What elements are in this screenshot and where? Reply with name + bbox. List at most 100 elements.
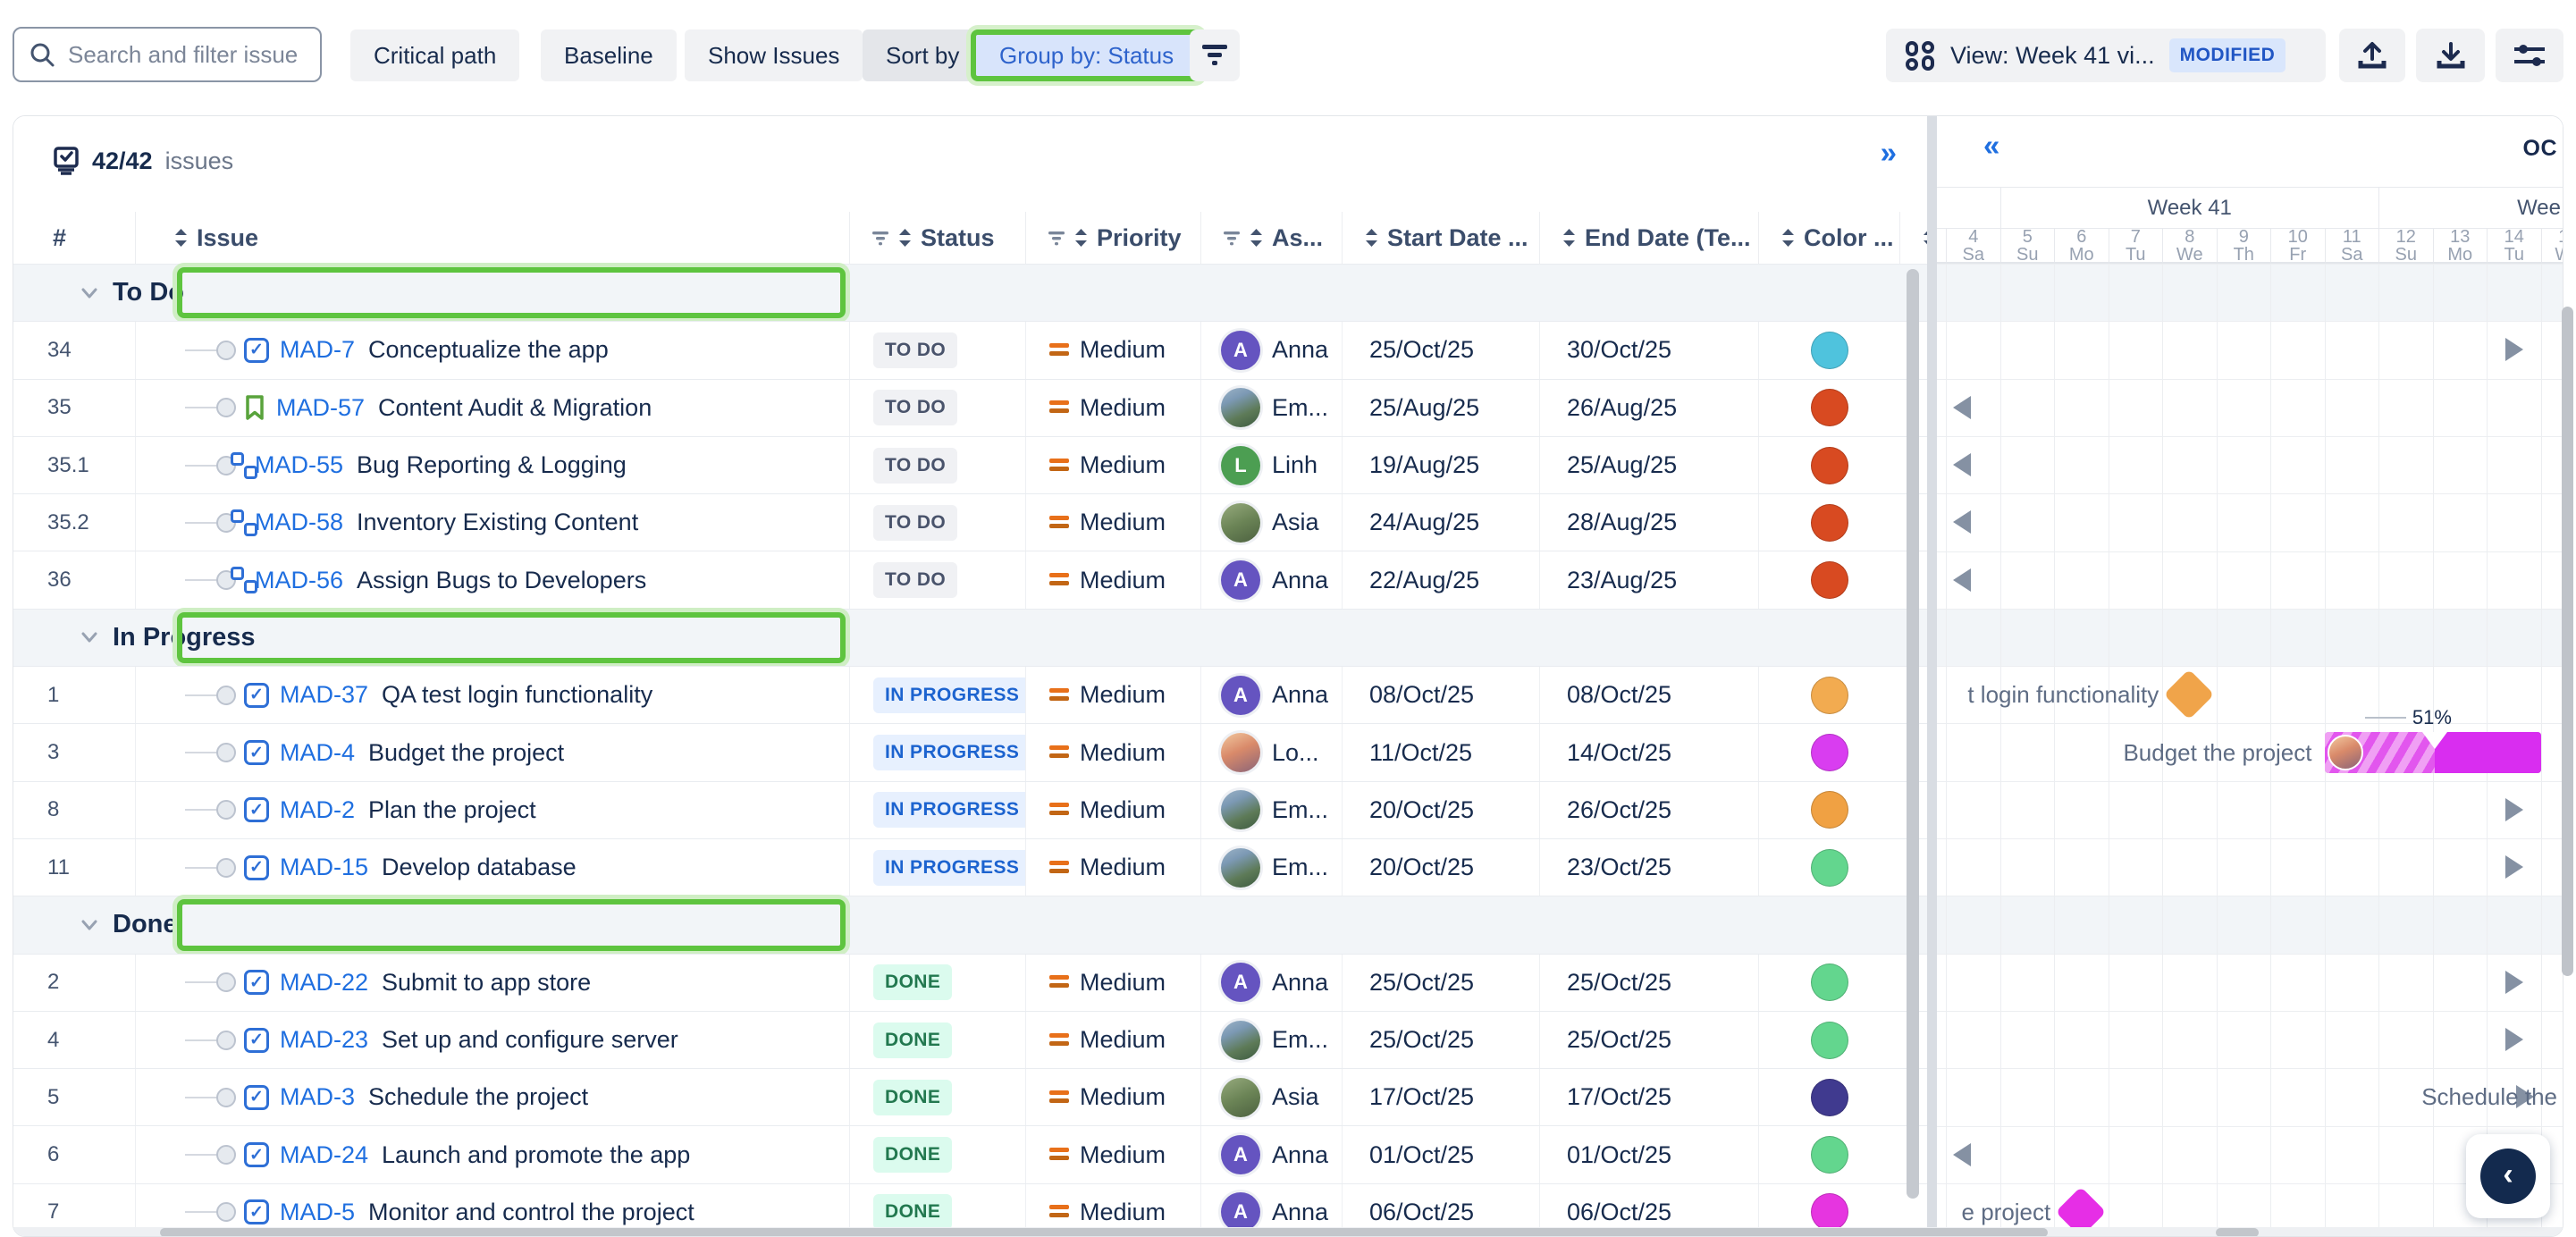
offscreen-left-arrow[interactable]: [1953, 1143, 1971, 1166]
issue-key-link[interactable]: MAD-4: [280, 739, 355, 767]
end-date-cell[interactable]: 17/Oct/25: [1539, 1069, 1758, 1125]
status-badge[interactable]: TO DO: [873, 448, 957, 484]
priority-cell[interactable]: Medium: [1025, 955, 1200, 1011]
offscreen-left-arrow[interactable]: [1953, 396, 1971, 419]
color-cell[interactable]: [1758, 839, 1899, 896]
issue-key-link[interactable]: MAD-2: [280, 796, 355, 824]
issue-summary[interactable]: Bug Reporting & Logging: [357, 451, 627, 479]
issue-row[interactable]: 3MAD-4Budget the projectIN PROGRESSMediu…: [13, 723, 1927, 780]
settings-button[interactable]: [2496, 29, 2563, 82]
color-dot[interactable]: [1811, 1136, 1848, 1174]
priority-cell[interactable]: Medium: [1025, 494, 1200, 551]
priority-cell[interactable]: Medium: [1025, 322, 1200, 378]
priority-cell[interactable]: Medium: [1025, 437, 1200, 493]
assignee-cell[interactable]: Em...: [1200, 380, 1342, 436]
issue-key-link[interactable]: MAD-58: [255, 509, 343, 536]
download-button[interactable]: [2416, 29, 2485, 82]
issue-key-link[interactable]: MAD-7: [280, 336, 355, 364]
color-dot[interactable]: [1811, 791, 1848, 829]
issue-key-link[interactable]: MAD-22: [280, 969, 368, 997]
dependency-handle[interactable]: [216, 398, 236, 417]
assignee-cell[interactable]: Asia: [1200, 494, 1342, 551]
issue-summary[interactable]: Inventory Existing Content: [357, 509, 638, 536]
end-date-cell[interactable]: 01/Oct/25: [1539, 1126, 1758, 1182]
assignee-cell[interactable]: AAnna: [1200, 667, 1342, 723]
offscreen-right-arrow[interactable]: [2505, 971, 2523, 994]
avatar[interactable]: [1221, 733, 1260, 772]
chevron-down-icon[interactable]: [80, 287, 98, 299]
status-cell[interactable]: IN PROGRESS: [849, 839, 1025, 896]
start-date-cell[interactable]: 11/Oct/25: [1342, 724, 1539, 780]
issue-row[interactable]: 34MAD-7Conceptualize the appTO DOMediumA…: [13, 321, 1927, 378]
end-date-cell[interactable]: 28/Aug/25: [1539, 494, 1758, 551]
progress-notch[interactable]: [2422, 732, 2447, 749]
issue-row[interactable]: 2MAD-22Submit to app storeDONEMediumAAnn…: [13, 954, 1927, 1011]
assignee-cell[interactable]: AAnna: [1200, 322, 1342, 378]
issue-summary[interactable]: Conceptualize the app: [368, 336, 609, 364]
sort-icon[interactable]: [1249, 228, 1264, 248]
issue-summary[interactable]: Monitor and control the project: [368, 1199, 695, 1226]
avatar[interactable]: [1221, 790, 1260, 829]
collapse-gantt-icon[interactable]: «: [1983, 130, 1999, 160]
status-badge[interactable]: IN PROGRESS: [873, 735, 1025, 770]
status-badge[interactable]: DONE: [873, 964, 952, 1000]
issue-row[interactable]: 6MAD-24Launch and promote the appDONEMed…: [13, 1125, 1927, 1182]
panel-divider[interactable]: [1927, 116, 1937, 1236]
filter-funnel-icon[interactable]: [871, 230, 889, 247]
color-cell[interactable]: [1758, 724, 1899, 780]
status-badge[interactable]: DONE: [873, 1194, 952, 1230]
offscreen-right-arrow[interactable]: [2505, 855, 2523, 879]
avatar[interactable]: [1221, 503, 1260, 543]
baseline-button[interactable]: Baseline: [541, 29, 677, 81]
filter-button[interactable]: [1190, 29, 1240, 81]
assignee-cell[interactable]: Asia: [1200, 1069, 1342, 1125]
column-header-priority[interactable]: Priority: [1025, 212, 1200, 264]
start-date-cell[interactable]: 24/Aug/25: [1342, 494, 1539, 551]
status-cell[interactable]: TO DO: [849, 551, 1025, 608]
start-date-cell[interactable]: 25/Oct/25: [1342, 322, 1539, 378]
assignee-cell[interactable]: Lo...: [1200, 724, 1342, 780]
dependency-handle[interactable]: [216, 1145, 236, 1165]
status-cell[interactable]: IN PROGRESS: [849, 782, 1025, 838]
priority-cell[interactable]: Medium: [1025, 1012, 1200, 1068]
start-date-cell[interactable]: 01/Oct/25: [1342, 1126, 1539, 1182]
color-cell[interactable]: [1758, 667, 1899, 723]
issue-summary[interactable]: Launch and promote the app: [382, 1141, 690, 1169]
issue-row[interactable]: 35.1MAD-55Bug Reporting & LoggingTO DOMe…: [13, 436, 1927, 493]
issue-row[interactable]: 35MAD-57Content Audit & MigrationTO DOMe…: [13, 379, 1927, 436]
column-header-sort[interactable]: [1899, 212, 1927, 264]
critical-path-button[interactable]: Critical path: [350, 29, 519, 81]
issue-summary[interactable]: Assign Bugs to Developers: [357, 567, 646, 594]
color-dot[interactable]: [1811, 389, 1848, 426]
issue-row[interactable]: 1MAD-37QA test login functionalityIN PRO…: [13, 666, 1927, 723]
end-date-cell[interactable]: 26/Aug/25: [1539, 380, 1758, 436]
status-cell[interactable]: TO DO: [849, 494, 1025, 551]
color-cell[interactable]: [1758, 494, 1899, 551]
status-badge[interactable]: IN PROGRESS: [873, 850, 1025, 886]
status-cell[interactable]: TO DO: [849, 437, 1025, 493]
gantt-horizontal-scrollbar[interactable]: [2216, 1228, 2259, 1237]
color-cell[interactable]: [1758, 1069, 1899, 1125]
start-date-cell[interactable]: 17/Oct/25: [1342, 1069, 1539, 1125]
avatar[interactable]: [1221, 848, 1260, 888]
color-dot[interactable]: [1811, 447, 1848, 484]
dependency-handle[interactable]: [216, 743, 236, 762]
dependency-handle[interactable]: [216, 686, 236, 705]
avatar[interactable]: [1221, 1078, 1260, 1117]
start-date-cell[interactable]: 08/Oct/25: [1342, 667, 1539, 723]
issue-key-link[interactable]: MAD-5: [280, 1199, 355, 1226]
table-horizontal-scrollbar[interactable]: [160, 1228, 2048, 1237]
color-dot[interactable]: [1811, 1193, 1848, 1231]
status-badge[interactable]: IN PROGRESS: [873, 792, 1025, 828]
color-cell[interactable]: [1758, 782, 1899, 838]
column-header-as-[interactable]: As...: [1200, 212, 1342, 264]
color-dot[interactable]: [1811, 677, 1848, 714]
status-badge[interactable]: TO DO: [873, 562, 957, 598]
end-date-cell[interactable]: 25/Oct/25: [1539, 955, 1758, 1011]
dependency-handle[interactable]: [216, 800, 236, 820]
priority-cell[interactable]: Medium: [1025, 724, 1200, 780]
color-cell[interactable]: [1758, 551, 1899, 608]
search-field[interactable]: [66, 40, 306, 70]
start-date-cell[interactable]: 25/Aug/25: [1342, 380, 1539, 436]
offscreen-right-arrow[interactable]: [2505, 1028, 2523, 1051]
